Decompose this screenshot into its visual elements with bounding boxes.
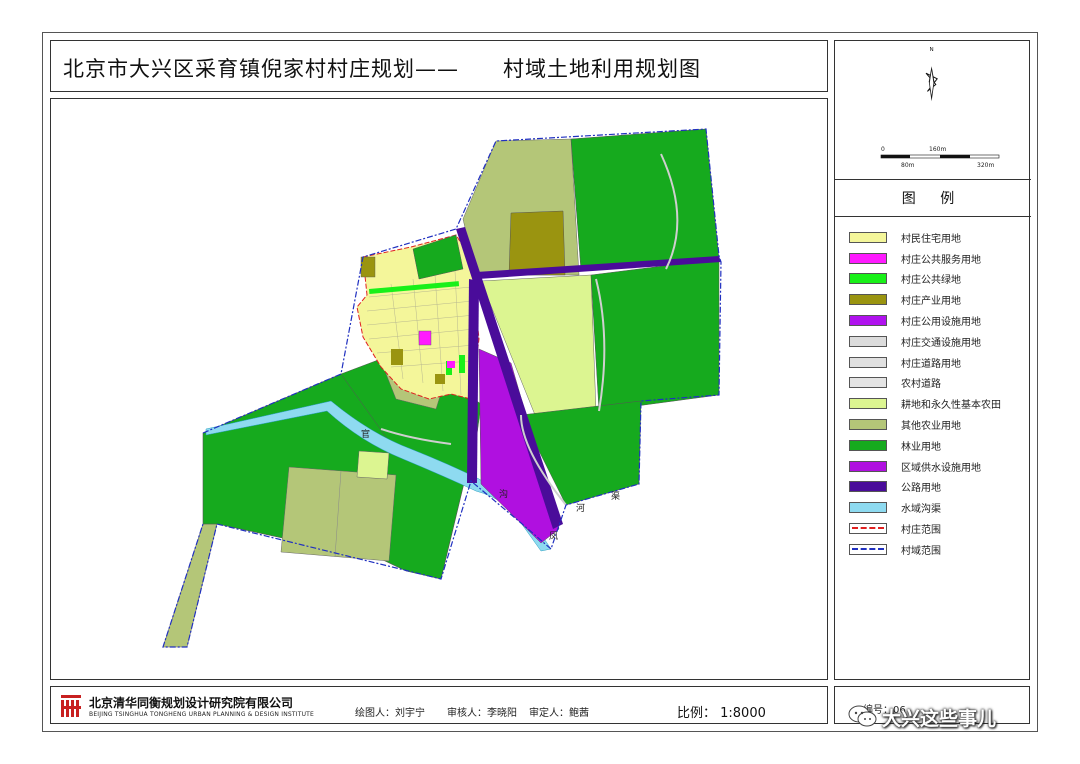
legend-label: 村庄公共绿地 [901,275,961,287]
legend-swatch [849,231,887,243]
legend-swatch [849,356,887,368]
map-title: 北京市大兴区采育镇倪家村村庄规划—— 村域土地利用规划图 [63,53,701,83]
legend-item: 村庄交通设施用地 [849,331,1025,352]
legend-label: 林业用地 [901,441,941,453]
village-industry-2 [391,349,403,365]
legend-label: 村域范围 [901,545,941,557]
parcel-ne-industry [508,210,566,276]
legend-item: 村庄道路用地 [849,352,1025,373]
legend-swatch [849,294,887,306]
scale-label-160: 160m [929,146,946,153]
legend-item: 林业用地 [849,435,1025,456]
legend-panel: N 0 160m 80m 320m 图 例 村民住宅用地村庄公共服务用地 村庄公共… [834,40,1031,680]
village-green-block [459,355,465,373]
legend-item: 水域沟渠 [849,497,1025,518]
legend-label: 村民住宅用地 [901,233,961,245]
legend-item: 村域范围 [849,539,1025,560]
legend-item: 村庄范围 [849,518,1025,539]
legend-title: 图 例 [835,179,1031,217]
legend-label: 村庄道路用地 [901,358,961,370]
legend-label: 耕地和永久性基本农田 [901,400,1001,412]
legend-item: 农村道路 [849,373,1025,394]
legend-label: 水域沟渠 [901,504,941,516]
village-public-service [418,330,432,346]
company-name-en: BEIJING TSINGHUA TONGHENG URBAN PLANNING… [89,711,315,718]
wechat-icon [848,705,877,727]
legend-swatch [849,419,887,431]
legend-item: 公路用地 [849,477,1025,498]
scale-label-0: 0 [881,146,885,153]
legend-swatch [849,315,887,327]
title-bar-footer: 北京清华同衡规划设计研究院有限公司 BEIJING TSINGHUA TONGH… [50,686,828,724]
legend-swatch [849,460,887,472]
legend-label: 村庄产业用地 [901,296,961,308]
village-industry-1 [360,256,376,278]
legend-label: 农村道路 [901,379,941,391]
legend-item: 其他农业用地 [849,414,1025,435]
map-title-sub: 村域土地利用规划图 [503,57,701,81]
parcel-east-forest [590,258,720,412]
legend-item: 村庄公共服务用地 [849,248,1025,269]
legend-swatch [849,439,887,451]
scale-bar-graphic: 0 160m 80m 320m [880,146,1000,169]
drawn-by: 绘图人：刘宇宁 [355,708,425,719]
approved-by: 审定人：鲍茜 [529,708,589,719]
scale-label-80: 80m [901,162,915,169]
map-panel: 官 沟 凤 河 渠 [50,98,828,680]
legend-label: 区域供水设施用地 [901,462,981,474]
legend-swatch [849,252,887,264]
title-block: 北京市大兴区采育镇倪家村村庄规划—— 村域土地利用规划图 [50,40,828,92]
map-label-river-3: 凤 [549,531,558,542]
land-use-map: 官 沟 凤 河 渠 [162,128,722,648]
legend-swatch [849,543,887,555]
highway-west-branch [467,279,479,483]
scale-bar: 0 160m 80m 320m [865,143,1015,175]
legend-swatch [849,273,887,285]
legend-label: 村庄公用设施用地 [901,317,981,329]
legend-label: 公路用地 [901,483,941,495]
scale-label-320: 320m [977,162,994,169]
parcel-sw-farm [280,466,397,562]
company-name-cn: 北京清华同衡规划设计研究院有限公司 [89,696,294,710]
checked-by: 审核人：李晓阳 [447,708,517,719]
legend-list: 村民住宅用地村庄公共服务用地 村庄公共绿地 村庄产业用地村庄公用设施用地 村庄交通设施… [849,227,1025,560]
legend-swatch [849,398,887,410]
map-label-river-2: 沟 [499,488,508,500]
map-label-river-1: 官 [361,428,370,440]
legend-item: 区域供水设施用地 [849,456,1025,477]
parcel-southwest-strip [162,523,218,648]
legend-item: 村庄公共绿地 [849,269,1025,290]
legend-swatch [849,481,887,493]
north-arrow-icon: N [925,47,938,102]
legend-swatch [849,377,887,389]
legend-swatch [849,523,887,535]
legend-swatch [849,335,887,347]
legend-label: 村庄交通设施用地 [901,337,981,349]
legend-item: 耕地和永久性基本农田 [849,393,1025,414]
legend-label: 其他农业用地 [901,421,961,433]
legend-label: 村庄范围 [901,525,941,537]
legend-swatch [849,502,887,514]
map-title-main: 北京市大兴区采育镇倪家村村庄规划—— [63,57,459,81]
parcel-small-field [356,450,390,480]
institute-logo-icon [61,695,81,717]
village-public-service-2 [447,361,455,368]
map-label-river-4: 河 [576,502,585,514]
legend-item: 村庄产业用地 [849,289,1025,310]
parcel-ne-forest [570,128,720,272]
watermark: 大兴这些事儿 [848,698,1048,738]
map-label-river-5: 渠 [611,490,620,502]
village-industry-3 [435,374,445,384]
north-label: N [930,47,934,53]
legend-label: 村庄公共服务用地 [901,254,981,266]
legend-item: 村庄公用设施用地 [849,310,1025,331]
legend-item: 村民住宅用地 [849,227,1025,248]
watermark-text: 大兴这些事儿 [882,708,997,730]
map-scale: 比例： 1:8000 [677,706,766,721]
